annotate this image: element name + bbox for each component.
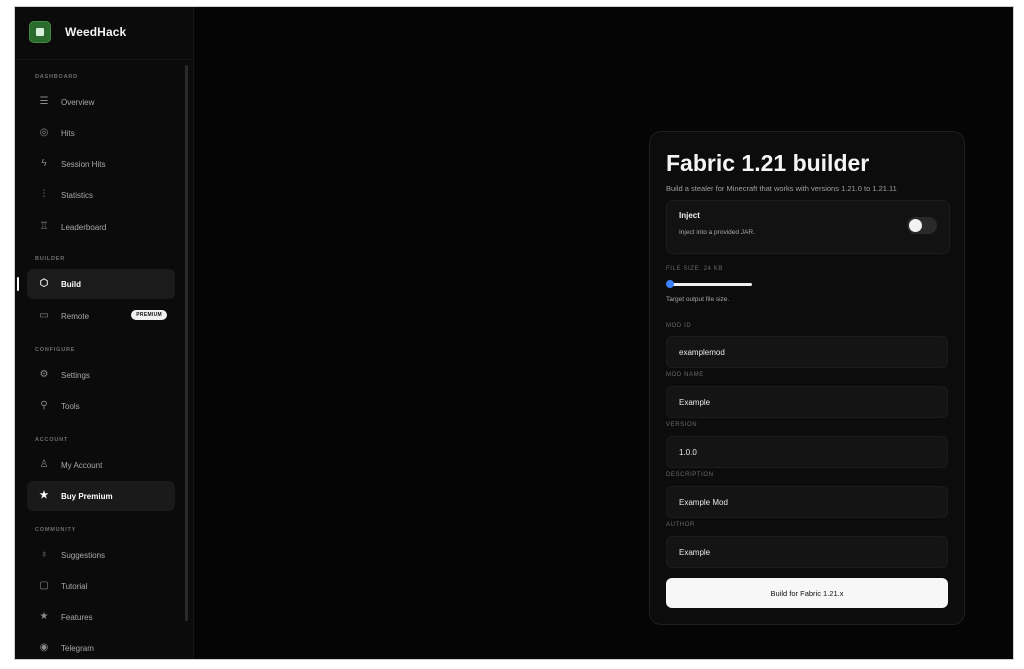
logo-icon xyxy=(29,21,51,43)
sidebar-item-label: Remote xyxy=(61,311,90,321)
section-title-account: ACCOUNT xyxy=(35,437,69,443)
sidebar-item-label: Overview xyxy=(61,97,95,107)
mod-name-input[interactable]: Example xyxy=(666,386,948,418)
lightbulb-icon: ♁ xyxy=(40,549,48,560)
file-size-label: FILE SIZE: 24 KB xyxy=(666,266,723,272)
telegram-icon: ◉ xyxy=(39,642,49,653)
star-icon: ★ xyxy=(39,611,49,622)
description-input[interactable]: Example Mod xyxy=(666,486,948,518)
sidebar-item-label: Session Hits xyxy=(61,159,106,169)
sidebar-item-label: Tutorial xyxy=(61,581,88,591)
sidebar-item-session-hits[interactable]: ϟ Session Hits xyxy=(27,149,175,179)
file-size-hint: Target output file size. xyxy=(666,296,730,303)
author-label: AUTHOR xyxy=(666,522,695,528)
inject-toggle[interactable] xyxy=(907,217,937,234)
sidebar-item-label: Features xyxy=(61,612,93,622)
menu-icon: ☰ xyxy=(39,96,49,107)
app-window: WeedHack DASHBOARD ☰ Overview ◎ Hits ϟ S… xyxy=(14,6,1014,660)
sidebar-item-telegram[interactable]: ◉ Telegram xyxy=(27,633,175,659)
brand-name: WeedHack xyxy=(65,25,127,39)
inject-label: Inject xyxy=(679,211,700,220)
star-icon: ★ xyxy=(39,490,49,501)
sidebar-item-label: Leaderboard xyxy=(61,222,107,232)
mod-name-label: MOD NAME xyxy=(666,372,704,378)
cube-icon: ⬡ xyxy=(39,278,49,289)
sidebar-item-label: Telegram xyxy=(61,643,94,653)
sidebar-item-tools[interactable]: ⚲ Tools xyxy=(27,391,175,421)
sidebar-item-tutorial[interactable]: ▢ Tutorial xyxy=(27,571,175,601)
sidebar-item-features[interactable]: ★ Features xyxy=(27,602,175,632)
premium-badge: PREMIUM xyxy=(131,310,167,320)
divider xyxy=(15,59,193,60)
sidebar-item-build[interactable]: ⬡ Build xyxy=(17,269,175,299)
inject-description: Inject into a provided JAR. xyxy=(679,229,755,236)
sidebar: WeedHack DASHBOARD ☰ Overview ◎ Hits ϟ S… xyxy=(15,7,194,659)
monitor-icon: ▭ xyxy=(39,310,49,321)
version-input[interactable]: 1.0.0 xyxy=(666,436,948,468)
author-input[interactable]: Example xyxy=(666,536,948,568)
version-label: VERSION xyxy=(666,422,698,428)
file-size-slider[interactable] xyxy=(668,283,752,286)
sidebar-item-label: Settings xyxy=(61,370,90,380)
mod-id-label: MOD ID xyxy=(666,323,692,329)
section-title-builder: BUILDER xyxy=(35,256,66,262)
sidebar-item-label: Build xyxy=(61,279,81,289)
toggle-knob xyxy=(909,219,922,232)
active-indicator xyxy=(17,277,19,291)
sidebar-item-overview[interactable]: ☰ Overview xyxy=(27,87,175,117)
sidebar-item-settings[interactable]: ⚙ Settings xyxy=(27,360,175,390)
chart-icon: ⫶ xyxy=(42,189,46,200)
sidebar-item-leaderboard[interactable]: ♖ Leaderboard xyxy=(27,212,175,242)
sidebar-item-my-account[interactable]: ♙ My Account xyxy=(27,450,175,480)
book-icon: ▢ xyxy=(39,580,49,591)
mod-id-input[interactable]: examplemod xyxy=(666,336,948,368)
page-subtitle: Build a stealer for Minecraft that works… xyxy=(666,184,897,193)
user-icon: ♙ xyxy=(39,459,49,470)
sidebar-scrollbar[interactable] xyxy=(185,65,188,621)
page-title: Fabric 1.21 builder xyxy=(666,150,870,176)
builder-card: Fabric 1.21 builder Build a stealer for … xyxy=(649,131,965,625)
target-icon: ◎ xyxy=(39,127,49,138)
sidebar-item-suggestions[interactable]: ♁ Suggestions xyxy=(27,540,175,570)
brand[interactable]: WeedHack xyxy=(29,21,126,43)
section-title-dashboard: DASHBOARD xyxy=(35,74,78,80)
sidebar-item-label: Hits xyxy=(61,128,75,138)
gear-icon: ⚙ xyxy=(39,369,49,380)
sidebar-item-buy-premium[interactable]: ★ Buy Premium xyxy=(27,481,175,511)
sidebar-item-hits[interactable]: ◎ Hits xyxy=(27,118,175,148)
sidebar-item-label: Tools xyxy=(61,401,80,411)
inject-option: Inject Inject into a provided JAR. xyxy=(666,200,950,254)
sidebar-item-label: Suggestions xyxy=(61,550,106,560)
trophy-icon: ♖ xyxy=(39,221,49,232)
wrench-icon: ⚲ xyxy=(40,400,48,411)
sidebar-item-label: My Account xyxy=(61,460,103,470)
sidebar-item-label: Statistics xyxy=(61,190,94,200)
section-title-configure: CONFIGURE xyxy=(35,347,76,353)
sidebar-item-remote[interactable]: ▭ Remote PREMIUM xyxy=(27,301,175,331)
file-size-slider-thumb[interactable] xyxy=(666,280,674,288)
build-button[interactable]: Build for Fabric 1.21.x xyxy=(666,578,948,608)
lightning-icon: ϟ xyxy=(41,158,47,169)
section-title-community: COMMUNITY xyxy=(35,527,77,533)
description-label: DESCRIPTION xyxy=(666,472,714,478)
sidebar-item-label: Buy Premium xyxy=(61,491,113,501)
sidebar-item-statistics[interactable]: ⫶ Statistics xyxy=(27,180,175,210)
